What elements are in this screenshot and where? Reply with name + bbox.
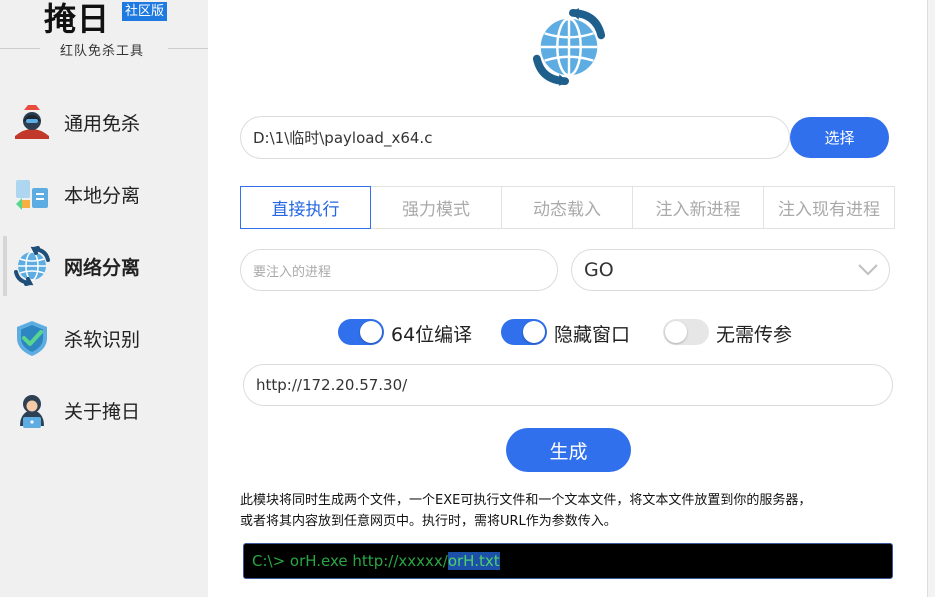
usage-terminal[interactable]: C:\> orH.exe http://xxxxx/orH.txt xyxy=(243,543,893,579)
app-subtitle: 红队免杀工具 xyxy=(60,44,145,59)
sidebar-item-network-split[interactable]: 网络分离 xyxy=(0,236,208,296)
mode-tabs: 直接执行 强力模式 动态载入 注入新进程 注入现有进程 xyxy=(240,186,896,229)
tab-dynamic-load[interactable]: 动态载入 xyxy=(502,186,633,229)
shield-check-icon xyxy=(17,321,47,356)
terminal-command: C:\> orH.exe http://xxxxx/ xyxy=(252,552,448,570)
language-select-value: GO xyxy=(584,259,614,281)
toggle-64bit-label: 64位编译 xyxy=(391,324,473,346)
file-split-icon xyxy=(16,180,48,210)
app-title: 掩日 xyxy=(44,0,111,38)
url-input[interactable]: http://172.20.57.30/ xyxy=(243,364,893,406)
toggle-knob xyxy=(360,321,382,343)
description-line: 此模块将同时生成两个文件，一个EXE可执行文件和一个文本文件，将文本文件放置到你… xyxy=(240,493,812,508)
sidebar-item-label: 本地分离 xyxy=(64,184,141,207)
sidebar-item-av-detect[interactable]: 杀软识别 xyxy=(0,308,208,368)
tab-direct-execute[interactable]: 直接执行 xyxy=(240,186,371,229)
hooded-person-icon xyxy=(20,395,44,428)
process-input-placeholder: 要注入的进程 xyxy=(253,264,332,280)
url-input-value: http://172.20.57.30/ xyxy=(256,376,408,394)
sidebar-item-label: 网络分离 xyxy=(64,256,141,279)
process-input[interactable]: 要注入的进程 xyxy=(240,249,558,291)
hacker-icon xyxy=(15,105,49,139)
file-path-value: D:\1\临时\payload_x64.c xyxy=(253,129,433,147)
chevron-down-icon xyxy=(858,264,878,276)
globe-logo-icon xyxy=(532,8,606,86)
tab-inject-existing-process[interactable]: 注入现有进程 xyxy=(764,186,895,229)
toggle-knob xyxy=(523,321,545,343)
terminal-selected-text: orH.txt xyxy=(447,552,500,570)
toggle-hide-window[interactable] xyxy=(501,319,547,345)
sidebar: 掩日 社区版 红队免杀工具 通用免杀 本地分离 网络分离 杀软识别 关于掩日 xyxy=(0,0,208,597)
edition-badge: 社区版 xyxy=(122,2,168,21)
divider xyxy=(168,48,208,49)
module-description: 此模块将同时生成两个文件，一个EXE可执行文件和一个文本文件，将文本文件放置到你… xyxy=(240,490,900,532)
sidebar-item-local-split[interactable]: 本地分离 xyxy=(0,164,208,224)
window-edge xyxy=(927,0,935,597)
toggle-64bit[interactable] xyxy=(338,319,384,345)
language-select[interactable]: GO xyxy=(571,249,890,291)
sidebar-item-about[interactable]: 关于掩日 xyxy=(0,380,208,440)
description-line: 或者将其内容放到任意网页中。执行时，需将URL作为参数传入。 xyxy=(240,514,617,529)
tab-force-mode[interactable]: 强力模式 xyxy=(371,186,502,229)
file-path-input[interactable]: D:\1\临时\payload_x64.c xyxy=(240,116,790,159)
toggle-no-args-label: 无需传参 xyxy=(716,324,793,346)
sidebar-item-label: 关于掩日 xyxy=(64,400,141,423)
toggle-knob xyxy=(665,321,687,343)
sidebar-item-label: 通用免杀 xyxy=(64,112,141,135)
network-globe-icon xyxy=(14,246,50,286)
toggle-no-args[interactable] xyxy=(663,319,709,345)
divider xyxy=(0,48,40,49)
tab-inject-new-process[interactable]: 注入新进程 xyxy=(633,186,764,229)
toggle-hide-window-label: 隐藏窗口 xyxy=(554,324,631,346)
sidebar-item-label: 杀软识别 xyxy=(64,328,141,351)
sidebar-item-general-evasion[interactable]: 通用免杀 xyxy=(0,92,208,152)
generate-button[interactable]: 生成 xyxy=(506,428,631,472)
select-file-button[interactable]: 选择 xyxy=(790,117,889,158)
